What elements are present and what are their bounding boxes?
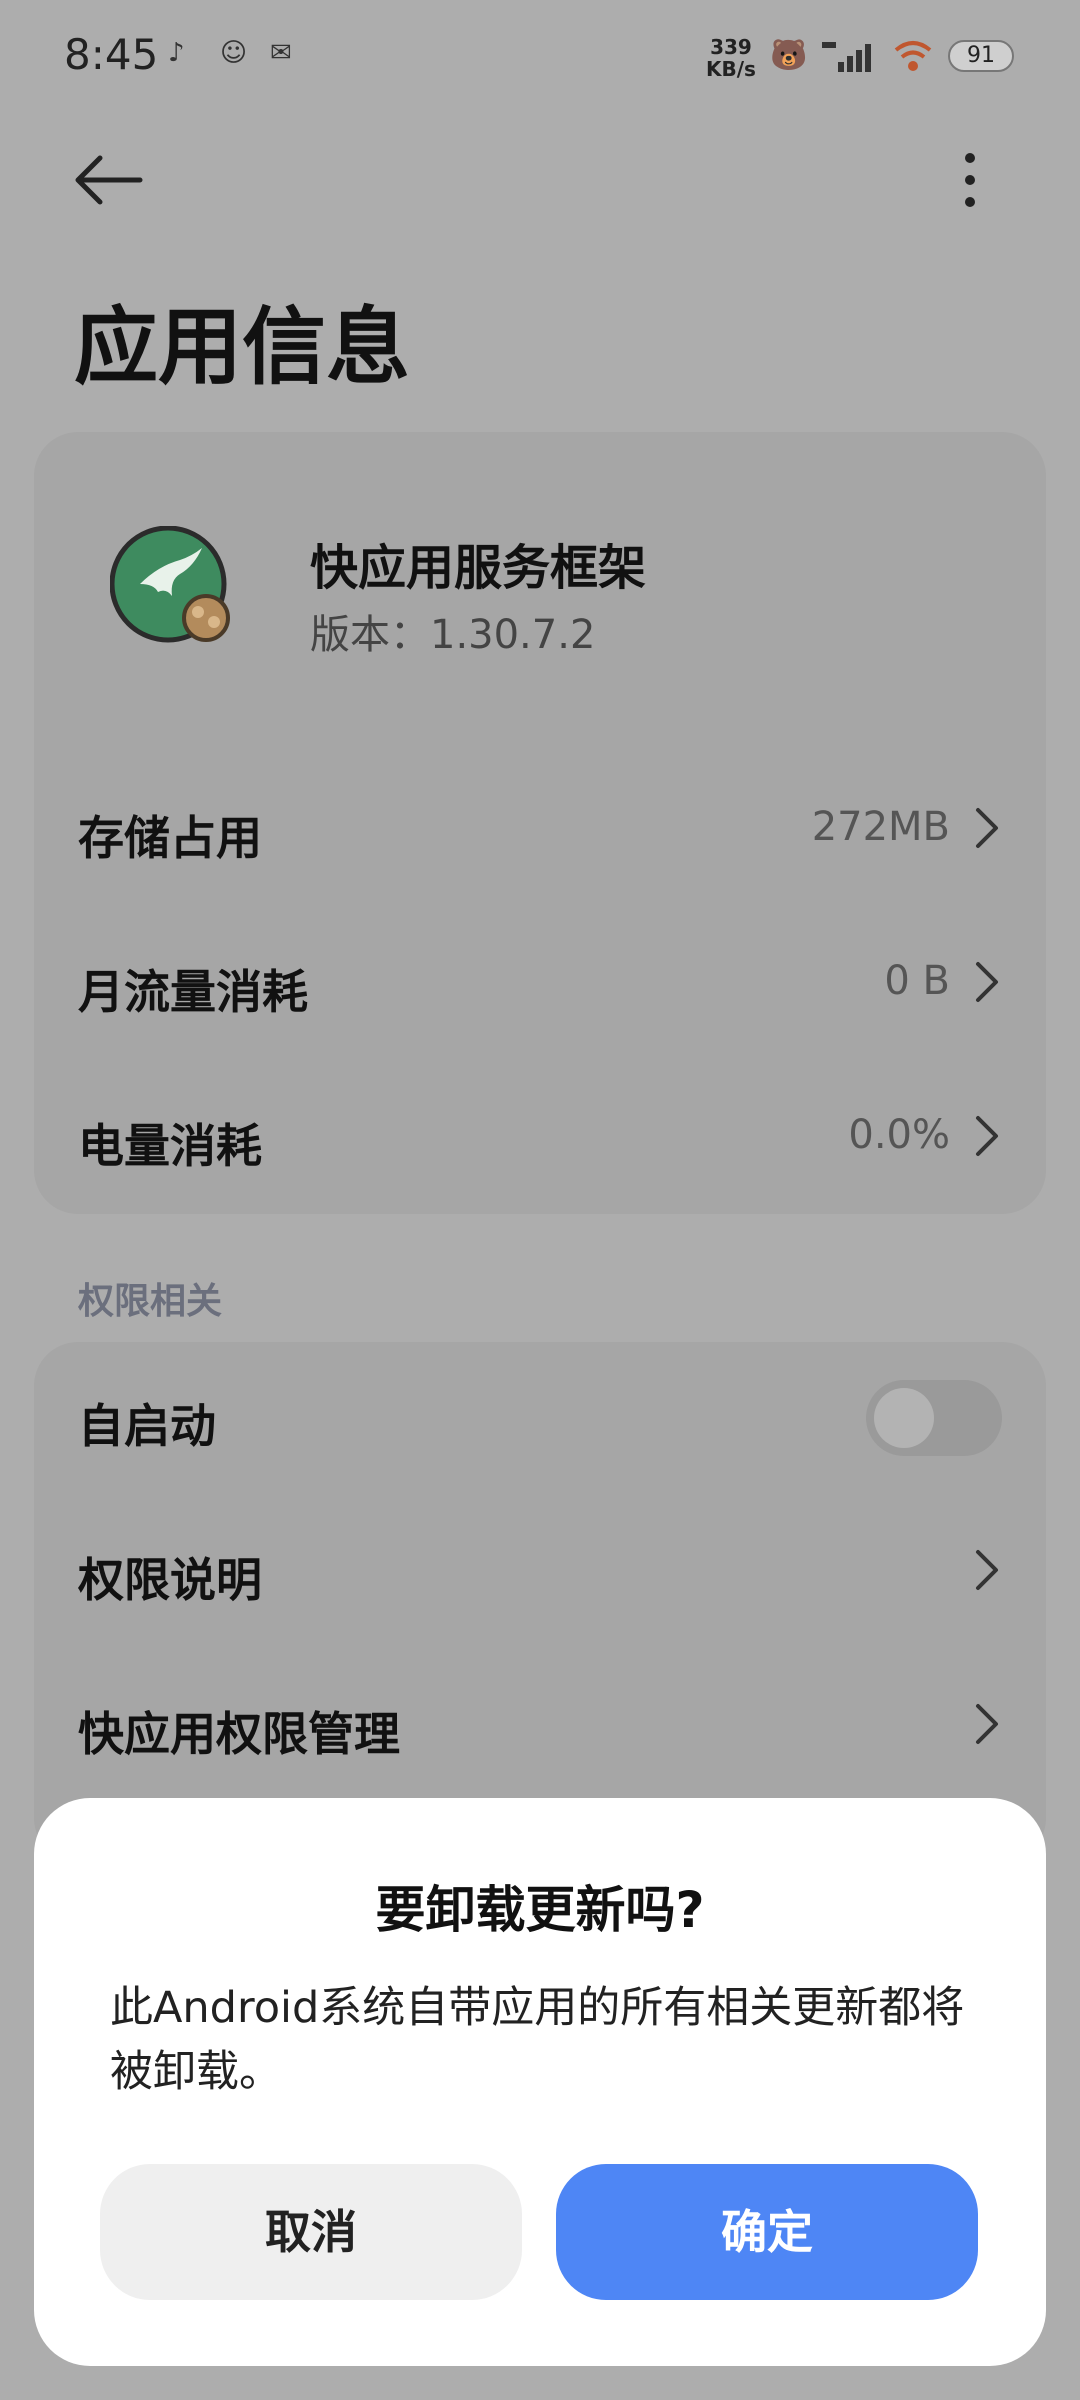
dialog-message: 此Android系统自带应用的所有相关更新都将被卸载。 <box>110 1983 965 2097</box>
permission-info-row[interactable]: 权限说明 <box>34 1496 1046 1646</box>
permissions-card: 自启动 权限说明 快应用权限管理 <box>34 1342 1046 1862</box>
chevron-right-icon <box>976 1116 998 1156</box>
chevron-right-icon <box>976 1704 998 1744</box>
row-value: 272MB <box>811 804 950 850</box>
status-time: 8:45 <box>64 30 159 79</box>
autostart-toggle[interactable] <box>866 1380 1002 1456</box>
row-label: 自启动 <box>78 1399 216 1453</box>
battery-icon: 91 <box>948 40 1014 72</box>
status-bar: 8:45 ♪ ☺ ✉ 339 KB/s 🐻 91 <box>0 0 1080 120</box>
bear-sticker-icon: 🐻 <box>770 38 808 73</box>
row-value: 0.0% <box>848 1112 950 1158</box>
face-app-icon: ☺ <box>220 38 248 68</box>
row-label: 月流量消耗 <box>78 965 308 1019</box>
data-usage-row[interactable]: 月流量消耗 0 B <box>34 908 1046 1058</box>
hummingbird-app-icon <box>110 526 230 643</box>
row-label: 快应用权限管理 <box>78 1707 400 1761</box>
signal-icon <box>822 42 871 72</box>
quickapp-permission-row[interactable]: 快应用权限管理 <box>34 1650 1046 1800</box>
storage-row[interactable]: 存储占用 272MB <box>34 754 1046 904</box>
row-label: 电量消耗 <box>78 1119 262 1173</box>
dialog-title: 要卸载更新吗? <box>375 1881 705 1939</box>
net-speed-unit: KB/s <box>706 57 756 81</box>
wifi-icon <box>894 41 932 71</box>
battery-usage-row[interactable]: 电量消耗 0.0% <box>34 1062 1046 1212</box>
net-speed-value: 339 <box>710 35 752 59</box>
chevron-right-icon <box>976 808 998 848</box>
cancel-button[interactable]: 取消 <box>100 2164 522 2300</box>
uninstall-updates-dialog: 要卸载更新吗? 此Android系统自带应用的所有相关更新都将被卸载。 取消 确… <box>34 1798 1046 2366</box>
toggle-knob <box>874 1388 934 1448</box>
chevron-right-icon <box>976 962 998 1002</box>
tiktok-icon: ♪ <box>168 38 185 68</box>
more-options-icon[interactable] <box>950 150 990 210</box>
row-label: 存储占用 <box>78 811 262 865</box>
row-value: 0 B <box>884 958 950 1004</box>
app-info-card: 快应用服务框架 版本：1.30.7.2 存储占用 272MB 月流量消耗 0 B… <box>34 432 1046 1214</box>
net-speed: 339 KB/s <box>706 36 756 80</box>
row-label: 权限说明 <box>78 1553 262 1607</box>
mail-app-icon: ✉ <box>270 38 292 68</box>
app-version: 版本：1.30.7.2 <box>310 612 596 658</box>
confirm-button[interactable]: 确定 <box>556 2164 978 2300</box>
autostart-row: 自启动 <box>34 1342 1046 1492</box>
chevron-right-icon <box>976 1550 998 1590</box>
page-title: 应用信息 <box>74 298 411 396</box>
app-name: 快应用服务框架 <box>310 540 647 596</box>
section-label-permissions: 权限相关 <box>78 1281 223 1322</box>
back-arrow-icon[interactable] <box>70 150 150 210</box>
